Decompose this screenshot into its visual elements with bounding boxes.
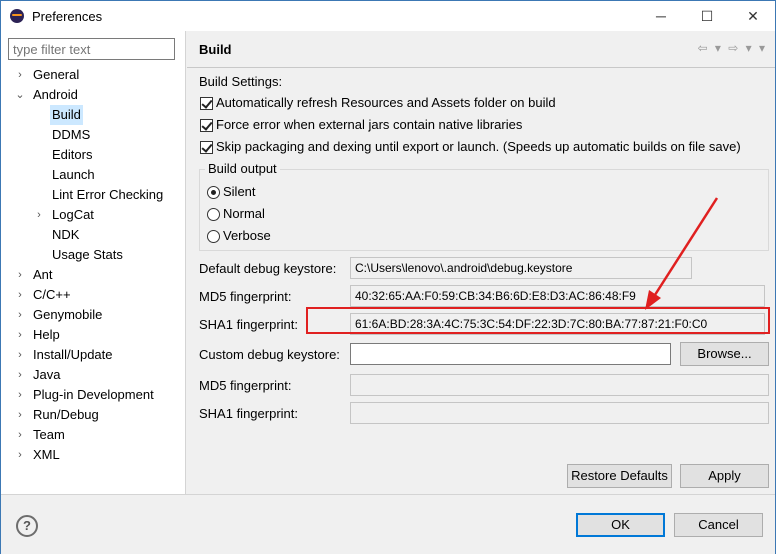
expand-arrow-icon[interactable]: › — [14, 405, 26, 425]
sha1-fingerprint-label: SHA1 fingerprint: — [199, 317, 298, 332]
tree-item-editors[interactable]: Editors — [1, 145, 185, 165]
eclipse-icon — [10, 9, 24, 23]
expand-arrow-icon[interactable]: › — [14, 305, 26, 325]
restore-defaults-button[interactable]: Restore Defaults — [567, 464, 672, 488]
tree-item-run-debug[interactable]: › Run/Debug — [1, 405, 185, 425]
tree-item-c-cpp[interactable]: › C/C++ — [1, 285, 185, 305]
tree-item-label: Lint Error Checking — [52, 187, 164, 202]
tree-item-label: Usage Stats — [52, 247, 123, 262]
tree-item-label: Ant — [33, 267, 53, 282]
collapse-arrow-icon[interactable]: ⌄ — [14, 85, 26, 105]
tree-item-label: DDMS — [52, 127, 91, 142]
tree-item-lint-error-checking[interactable]: Lint Error Checking — [1, 185, 185, 205]
tree-item-android[interactable]: ⌄ Android — [1, 85, 185, 105]
cancel-button[interactable]: Cancel — [674, 513, 763, 537]
radio-label: Normal — [223, 206, 265, 221]
radio-label: Silent — [223, 184, 256, 199]
browse-button[interactable]: Browse... — [680, 342, 769, 366]
md5-fingerprint-label: MD5 fingerprint: — [199, 289, 292, 304]
custom-keystore-input[interactable] — [350, 343, 671, 365]
ok-button[interactable]: OK — [576, 513, 665, 537]
tree-item-build[interactable]: Build — [1, 105, 185, 125]
tree-item-label: Install/Update — [33, 347, 113, 362]
preferences-tree-pane: › General ⌄ Android Build DDMS Editors Lau… — [1, 31, 186, 494]
custom-sha1-field — [350, 402, 769, 424]
filter-input[interactable] — [8, 38, 175, 60]
checkbox-label: Skip packaging and dexing until export o… — [216, 139, 741, 154]
dialog-button-bar: ? OK Cancel — [1, 494, 775, 554]
tree-item-launch[interactable]: Launch — [1, 165, 185, 185]
tree-item-label: Editors — [52, 147, 93, 162]
expand-arrow-icon[interactable]: › — [14, 425, 26, 445]
default-keystore-label: Default debug keystore: — [199, 261, 337, 276]
title-bar[interactable]: Preferences ─ ☐ ✕ — [1, 1, 775, 31]
tree-item-label: LogCat — [52, 207, 94, 222]
help-icon[interactable]: ? — [16, 515, 38, 537]
checkbox-label: Automatically refresh Resources and Asse… — [216, 95, 556, 110]
expand-arrow-icon[interactable]: › — [14, 345, 26, 365]
checkbox-checked-icon[interactable] — [200, 119, 213, 132]
tree-item-help[interactable]: › Help — [1, 325, 185, 345]
checkbox-checked-icon[interactable] — [200, 141, 213, 154]
tree-item-label: Team — [33, 427, 65, 442]
radio-unselected-icon[interactable] — [207, 208, 220, 221]
tree-item-ant[interactable]: › Ant — [1, 265, 185, 285]
tree-item-plug-in-development[interactable]: › Plug-in Development — [1, 385, 185, 405]
custom-sha1-label: SHA1 fingerprint: — [199, 406, 298, 421]
tree-item-general[interactable]: › General — [1, 65, 185, 85]
tree-item-team[interactable]: › Team — [1, 425, 185, 445]
tree-item-label: NDK — [52, 227, 80, 242]
tree-item-usage-stats[interactable]: Usage Stats — [1, 245, 185, 265]
tree-item-label: Android — [33, 87, 78, 102]
minimize-button[interactable]: ─ — [638, 1, 684, 31]
expand-arrow-icon[interactable]: › — [33, 205, 45, 225]
tree-item-ddms[interactable]: DDMS — [1, 125, 185, 145]
expand-arrow-icon[interactable]: › — [14, 285, 26, 305]
tree-item-label: XML — [33, 447, 60, 462]
tree-item-java[interactable]: › Java — [1, 365, 185, 385]
history-nav-icons[interactable]: ⇦ ▾ ⇨ ▾ ▾ — [697, 41, 767, 55]
preferences-window: Preferences ─ ☐ ✕ › General ⌄ Android Buil… — [0, 0, 776, 554]
preferences-tree: › General ⌄ Android Build DDMS Editors Lau… — [1, 65, 185, 465]
annotation-arrow-icon — [645, 197, 719, 310]
custom-md5-label: MD5 fingerprint: — [199, 378, 292, 393]
apply-button[interactable]: Apply — [680, 464, 769, 488]
tree-item-label: Plug-in Development — [33, 387, 154, 402]
radio-label: Verbose — [223, 228, 271, 243]
title-separator — [187, 67, 775, 68]
custom-keystore-label: Custom debug keystore: — [199, 347, 340, 362]
page-title: Build — [199, 42, 232, 57]
maximize-button[interactable]: ☐ — [684, 1, 730, 31]
expand-arrow-icon[interactable]: › — [14, 325, 26, 345]
tree-item-xml[interactable]: › XML — [1, 445, 185, 465]
checkbox-label: Force error when external jars contain n… — [216, 117, 523, 132]
tree-item-label: Build — [50, 105, 83, 125]
custom-md5-field — [350, 374, 769, 396]
tree-item-logcat[interactable]: › LogCat — [1, 205, 185, 225]
window-title: Preferences — [32, 9, 103, 24]
build-settings-label: Build Settings: — [199, 74, 283, 89]
tree-item-label: Run/Debug — [33, 407, 99, 422]
tree-item-ndk[interactable]: NDK — [1, 225, 185, 245]
checkbox-checked-icon[interactable] — [200, 97, 213, 110]
expand-arrow-icon[interactable]: › — [14, 365, 26, 385]
radio-unselected-icon[interactable] — [207, 230, 220, 243]
tree-item-label: Java — [33, 367, 61, 382]
preference-page: Build ⇦ ▾ ⇨ ▾ ▾ Build Settings: Automati… — [187, 31, 775, 494]
tree-item-label: Genymobile — [33, 307, 103, 322]
tree-item-label: General — [33, 67, 80, 82]
expand-arrow-icon[interactable]: › — [14, 445, 26, 465]
close-button[interactable]: ✕ — [730, 1, 776, 31]
build-output-title: Build output — [205, 161, 280, 176]
tree-item-label: Help — [33, 327, 60, 342]
expand-arrow-icon[interactable]: › — [14, 65, 26, 85]
tree-item-install-update[interactable]: › Install/Update — [1, 345, 185, 365]
tree-item-label: C/C++ — [33, 287, 71, 302]
radio-selected-icon[interactable] — [207, 186, 220, 199]
tree-item-label: Launch — [52, 167, 95, 182]
expand-arrow-icon[interactable]: › — [14, 265, 26, 285]
expand-arrow-icon[interactable]: › — [14, 385, 26, 405]
tree-item-genymobile[interactable]: › Genymobile — [1, 305, 185, 325]
